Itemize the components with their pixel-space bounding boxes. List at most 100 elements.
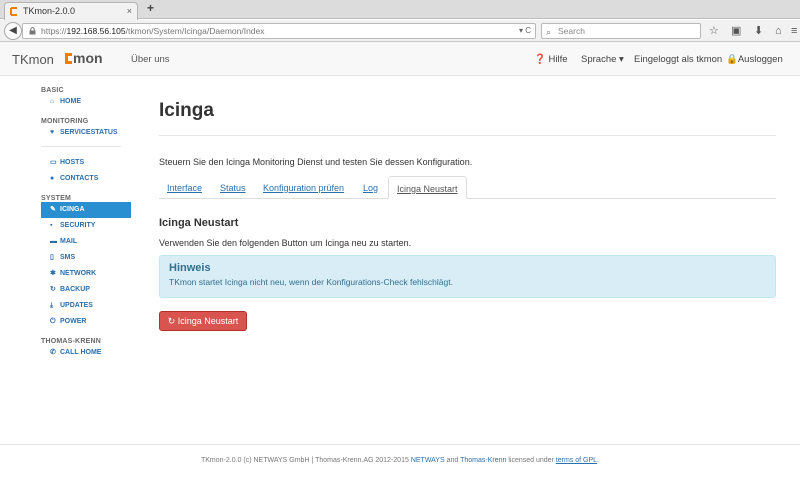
footer-copyright: TKmon-2.0.0 (c) NETWAYS GmbH | Thomas-Kr… bbox=[200, 457, 411, 464]
browser-tab-title: TKmon-2.0.0 bbox=[23, 6, 76, 16]
refresh-icon: ↻ bbox=[50, 286, 56, 293]
alert-body: TKmon startet Icinga nicht neu, wenn der… bbox=[169, 277, 453, 287]
browser-search-input[interactable]: ⌕ Search bbox=[541, 23, 701, 39]
language-dropdown[interactable]: Sprache ▾ bbox=[581, 54, 624, 65]
search-placeholder: Search bbox=[558, 26, 585, 36]
sidebar-divider bbox=[41, 146, 121, 147]
help-link[interactable]: ❓ Hilfe bbox=[534, 54, 568, 65]
netways-link[interactable]: NETWAYS bbox=[411, 457, 445, 464]
tab-log[interactable]: Log bbox=[363, 183, 378, 193]
sidebar-heading-basic: BASIC bbox=[41, 87, 64, 94]
network-icon: ✱ bbox=[50, 270, 56, 277]
browser-tab[interactable]: TKmon-2.0.0 × bbox=[4, 2, 138, 20]
footer-and: and bbox=[444, 457, 461, 464]
sidebar-item-label: POWER bbox=[60, 318, 87, 325]
app-header: TKmon mon Über uns ❓ Hilfe Sprache ▾ Ein… bbox=[0, 42, 800, 76]
tkmon-logo: mon bbox=[65, 50, 103, 66]
sidebar-item-security[interactable]: ▪ SECURITY bbox=[41, 218, 131, 234]
page-title: Icinga bbox=[159, 100, 214, 121]
tab-interface[interactable]: Interface bbox=[167, 183, 202, 193]
logo-bracket-icon bbox=[65, 53, 72, 64]
back-arrow-icon[interactable]: ◀ bbox=[4, 22, 22, 40]
star-icon[interactable]: ☆ bbox=[709, 24, 719, 38]
sidebar-item-updates[interactable]: ⤓ UPDATES bbox=[41, 298, 131, 314]
padlock-icon bbox=[29, 27, 36, 35]
tab-close-icon[interactable]: × bbox=[127, 3, 132, 19]
search-icon: ⌕ bbox=[546, 27, 552, 37]
gpl-link[interactable]: terms of GPL bbox=[556, 457, 597, 464]
footer-period: . bbox=[597, 457, 600, 464]
logged-in-user: Eingeloggt als tkmon bbox=[634, 54, 723, 65]
sidebar-item-power[interactable]: ⏻ POWER bbox=[41, 314, 131, 330]
sidebar-item-label: HOME bbox=[60, 98, 81, 105]
sidebar-item-label: SERVICESTATUS bbox=[60, 129, 118, 136]
url-reload-icon[interactable]: ▾ C bbox=[519, 24, 531, 38]
language-label: Sprache bbox=[581, 54, 617, 65]
sidebar-heading-thomas-krenn: THOMAS-KRENN bbox=[41, 338, 101, 345]
browser-nav-bar: ◀ https://192.168.56.105/tkmon/System/Ic… bbox=[0, 20, 800, 42]
sidebar-heading-system: SYSTEM bbox=[41, 195, 71, 202]
monitor-icon: ▭ bbox=[50, 159, 57, 166]
sidebar-item-contacts[interactable]: ● CONTACTS bbox=[41, 171, 131, 187]
download-icon[interactable]: ⬇ bbox=[754, 24, 763, 38]
home-icon: ⌂ bbox=[50, 98, 55, 105]
refresh-icon: ↻ bbox=[167, 316, 176, 326]
logout-link[interactable]: 🔒Ausloggen bbox=[726, 54, 783, 65]
sidebar-item-label: CONTACTS bbox=[60, 175, 99, 182]
sidebar-item-call-home[interactable]: ✆ CALL HOME bbox=[41, 345, 131, 361]
icinga-restart-button[interactable]: ↻ Icinga Neustart bbox=[159, 311, 247, 331]
heart-icon: ♥ bbox=[50, 129, 55, 136]
logo-text: mon bbox=[73, 50, 103, 66]
url-host: 192.168.56.105 bbox=[66, 26, 126, 36]
footer: TKmon-2.0.0 (c) NETWAYS GmbH | Thomas-Kr… bbox=[0, 457, 800, 464]
sidebar-item-hosts[interactable]: ▭ HOSTS bbox=[41, 155, 131, 171]
tab-config-check[interactable]: Konfiguration prüfen bbox=[263, 183, 344, 193]
url-path: /tkmon/System/Icinga/Daemon/Index bbox=[125, 26, 265, 36]
brand-name[interactable]: TKmon bbox=[12, 52, 54, 67]
sidebar-item-sms[interactable]: ▯ SMS bbox=[41, 250, 131, 266]
help-label: Hilfe bbox=[548, 54, 568, 65]
menu-icon[interactable]: ≡ bbox=[791, 24, 797, 38]
lock-icon: 🔒 bbox=[726, 54, 738, 65]
help-icon: ❓ bbox=[534, 54, 546, 65]
new-tab-icon[interactable]: + bbox=[147, 1, 154, 15]
sidebar-item-label: MAIL bbox=[60, 238, 78, 245]
thomas-krenn-link[interactable]: Thomas-Krenn bbox=[460, 457, 506, 464]
sidebar-item-label: BACKUP bbox=[60, 286, 90, 293]
home-icon[interactable]: ⌂ bbox=[775, 24, 782, 38]
inbox-icon: ▬ bbox=[50, 238, 57, 245]
sidebar-item-servicestatus[interactable]: ♥ SERVICESTATUS bbox=[41, 125, 131, 141]
lock-icon: ▪ bbox=[50, 222, 53, 229]
section-description: Verwenden Sie den folgenden Button um Ic… bbox=[159, 238, 412, 248]
phone-icon: ▯ bbox=[50, 254, 54, 261]
sidebar-item-mail[interactable]: ▬ MAIL bbox=[41, 234, 131, 250]
phone-icon: ✆ bbox=[50, 349, 56, 356]
tab-status[interactable]: Status bbox=[220, 183, 246, 193]
section-title: Icinga Neustart bbox=[159, 217, 239, 229]
sidebar-item-home[interactable]: ⌂ HOME bbox=[41, 94, 131, 110]
restart-button-label: Icinga Neustart bbox=[177, 316, 239, 326]
sidebar-item-label: NETWORK bbox=[60, 270, 97, 277]
page-intro: Steuern Sie den Icinga Monitoring Dienst… bbox=[159, 157, 473, 167]
sidebar-item-backup[interactable]: ↻ BACKUP bbox=[41, 282, 131, 298]
sidebar-item-label: CALL HOME bbox=[60, 349, 102, 356]
sidebar-item-label: SECURITY bbox=[60, 222, 96, 229]
footer-licensed: licensed under bbox=[506, 457, 556, 464]
logout-label: Ausloggen bbox=[737, 54, 783, 65]
sidebar-heading-monitoring: MONITORING bbox=[41, 118, 89, 125]
tab-icinga-restart[interactable]: Icinga Neustart bbox=[388, 176, 467, 199]
sidebar-item-label: SMS bbox=[60, 254, 76, 261]
url-prefix: https:// bbox=[41, 26, 67, 36]
sidebar-item-network[interactable]: ✱ NETWORK bbox=[41, 266, 131, 282]
footer-divider bbox=[0, 444, 800, 445]
sidebar-item-icinga[interactable]: ✎ ICINGA bbox=[41, 202, 131, 218]
user-icon: ● bbox=[50, 175, 55, 182]
url-bar[interactable]: https://192.168.56.105/tkmon/System/Icin… bbox=[22, 23, 536, 39]
info-alert: Hinweis TKmon startet Icinga nicht neu, … bbox=[159, 255, 776, 298]
wrench-icon: ✎ bbox=[50, 206, 56, 213]
reading-list-icon[interactable]: ▣ bbox=[731, 24, 741, 38]
browser-tab-bar: TKmon-2.0.0 × + bbox=[0, 0, 800, 20]
caret-down-icon: ▾ bbox=[619, 54, 624, 65]
icinga-tabs: Interface Status Konfiguration prüfen Lo… bbox=[159, 176, 776, 199]
about-link[interactable]: Über uns bbox=[131, 54, 170, 65]
